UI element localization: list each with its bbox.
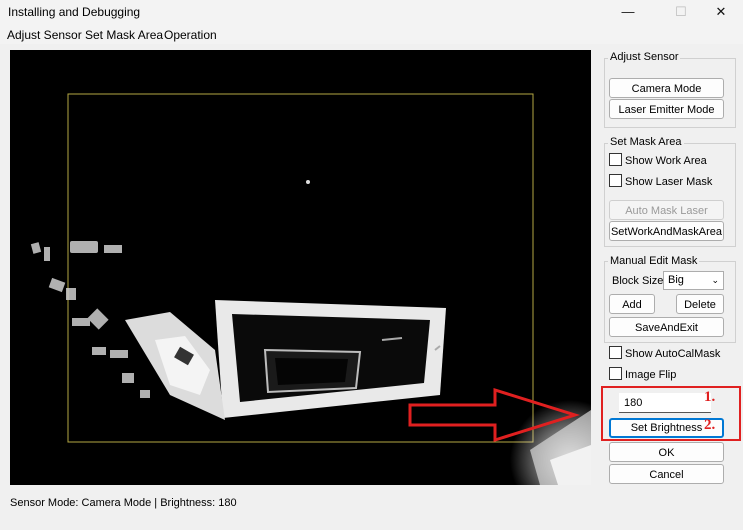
auto-mask-laser-button[interactable]: Auto Mask Laser xyxy=(609,200,724,220)
checkbox-box[interactable] xyxy=(609,174,622,187)
image-flip-label: Image Flip xyxy=(625,369,677,381)
show-autocalmask-label: Show AutoCalMask xyxy=(625,348,721,360)
checkbox-box[interactable] xyxy=(609,153,622,166)
ok-button[interactable]: OK xyxy=(609,442,724,462)
checkbox-box[interactable] xyxy=(609,367,622,380)
window-title: Installing and Debugging xyxy=(8,5,141,19)
set-mask-area-title: Set Mask Area xyxy=(608,136,684,148)
cancel-button[interactable]: Cancel xyxy=(609,464,724,484)
arrow-annotation xyxy=(408,387,581,443)
show-autocalmask-checkbox[interactable]: Show AutoCalMask xyxy=(609,346,720,362)
set-work-and-mask-area-button[interactable]: SetWorkAndMaskArea xyxy=(609,221,724,241)
camera-view[interactable] xyxy=(10,50,591,485)
delete-button[interactable]: Delete xyxy=(676,294,724,314)
block-size-value: Big xyxy=(668,274,684,286)
laser-emitter-mode-button[interactable]: Laser Emitter Mode xyxy=(609,99,724,119)
highlight-box xyxy=(601,386,741,441)
image-flip-checkbox[interactable]: Image Flip xyxy=(609,367,676,383)
block-size-select[interactable]: Big ⌄ xyxy=(663,271,724,290)
show-laser-mask-label: Show Laser Mask xyxy=(625,176,713,188)
save-and-exit-button[interactable]: SaveAndExit xyxy=(609,317,724,337)
step-2-label: 2. xyxy=(704,417,716,433)
menu-set-mask-area[interactable]: Set Mask Area xyxy=(85,28,163,42)
step-1-label: 1. xyxy=(704,389,716,405)
block-size-label: Block Size: xyxy=(612,275,667,287)
show-laser-mask-checkbox[interactable]: Show Laser Mask xyxy=(609,174,712,190)
checkbox-box[interactable] xyxy=(609,346,622,359)
show-work-area-checkbox[interactable]: Show Work Area xyxy=(609,153,707,169)
add-button[interactable]: Add xyxy=(609,294,655,314)
manual-edit-mask-title: Manual Edit Mask xyxy=(608,255,700,267)
menu-bar: Adjust Sensor Set Mask Area Operation xyxy=(0,24,743,44)
camera-mode-button[interactable]: Camera Mode xyxy=(609,78,724,98)
menu-operation[interactable]: Operation xyxy=(164,28,217,42)
chevron-down-icon: ⌄ xyxy=(711,275,719,285)
status-bar: Sensor Mode: Camera Mode | Brightness: 1… xyxy=(10,497,237,509)
show-work-area-label: Show Work Area xyxy=(625,155,707,167)
minimize-button[interactable]: — xyxy=(605,0,651,24)
close-button[interactable]: ✕ xyxy=(698,0,743,24)
adjust-sensor-title: Adjust Sensor xyxy=(608,51,681,63)
title-bar: Installing and Debugging — ☐ ✕ xyxy=(0,0,743,24)
menu-adjust-sensor[interactable]: Adjust Sensor xyxy=(7,28,82,42)
